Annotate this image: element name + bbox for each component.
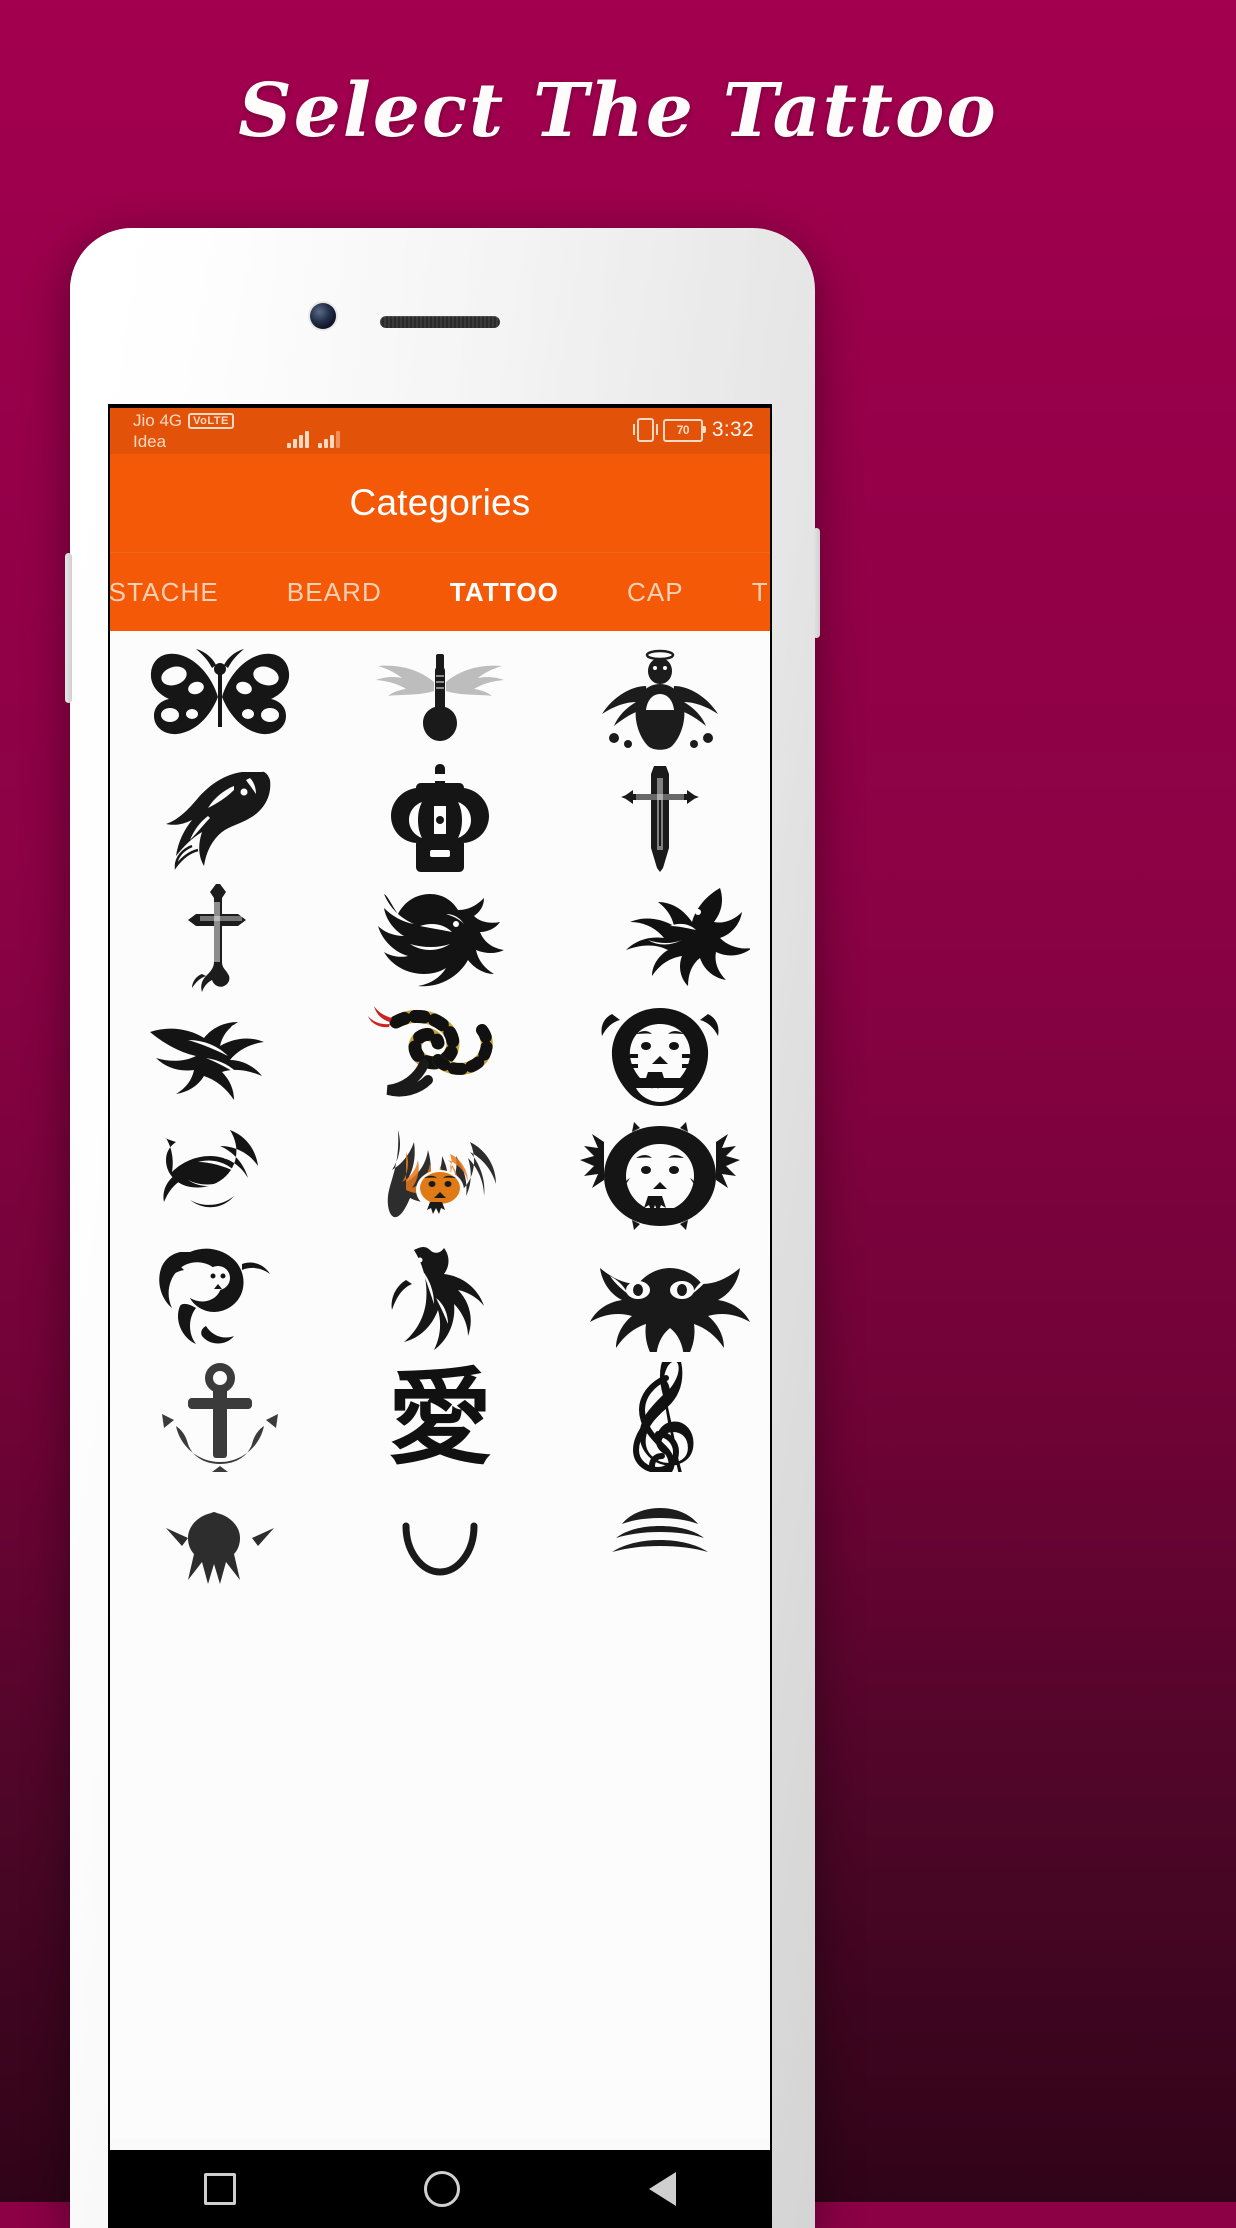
grid-item-anchor-tattoo[interactable]	[110, 1357, 330, 1477]
grid-item-tribal-eagle-tattoo[interactable]	[110, 997, 330, 1117]
grid-item-winged-angel-tattoo[interactable]	[550, 637, 770, 757]
status-bar-right: 70 3:32	[632, 418, 754, 442]
grid-item-winged-guitar-tattoo[interactable]	[330, 637, 550, 757]
signal-bars-icon	[287, 430, 309, 448]
tab-turban[interactable]: TURBAN	[718, 577, 770, 608]
status-bar: Jio 4G VoLTE Idea 70 3:32	[110, 408, 770, 454]
grid-item-butterfly-tattoo[interactable]	[110, 637, 330, 757]
tattoo-grid[interactable]: 愛 𝄞	[110, 631, 770, 2139]
grid-item-howling-wolf-tattoo[interactable]	[330, 1237, 550, 1357]
square-recents-icon[interactable]	[204, 2173, 237, 2205]
grid-item-tribal-dragon-alt-tattoo[interactable]	[550, 877, 770, 997]
grid-item-kanji-love-tattoo[interactable]: 愛	[330, 1357, 550, 1477]
power-button[interactable]	[813, 528, 820, 638]
tab-rail: MUSTACHE BEARD TATTOO CAP TURBAN	[110, 577, 770, 608]
app-bar: Categories	[110, 454, 770, 552]
svg-text:愛: 愛	[388, 1362, 492, 1472]
grid-item-partial-row-center[interactable]	[330, 1477, 550, 1597]
grid-item-ornate-lion-tattoo[interactable]	[110, 1237, 330, 1357]
grid-item-ornate-cross-tattoo[interactable]	[110, 877, 330, 997]
phone-screen: Jio 4G VoLTE Idea 70 3:32 Categories STA…	[108, 404, 772, 2228]
page-title: Categories	[349, 482, 531, 523]
volume-button[interactable]	[65, 553, 72, 703]
earpiece-speaker-icon	[380, 316, 500, 328]
tab-mustache[interactable]: MUSTACHE	[110, 577, 253, 608]
grid-item-partial-row-left[interactable]	[110, 1477, 330, 1597]
tab-beard[interactable]: BEARD	[253, 577, 416, 608]
android-navigation-bar[interactable]	[110, 2150, 770, 2228]
grid-item-tribal-dragon-tattoo[interactable]	[330, 877, 550, 997]
grid-item-crucifix-cross-tattoo[interactable]	[550, 757, 770, 877]
grid-item-partial-row-right[interactable]	[550, 1477, 770, 1597]
carrier-primary: Jio 4G VoLTE	[133, 410, 234, 431]
category-tab-strip[interactable]: MUSTACHE BEARD TATTOO CAP TURBAN	[110, 552, 770, 631]
carrier-secondary-label: Idea	[133, 432, 167, 451]
volte-badge: VoLTE	[188, 413, 234, 429]
grid-item-ornamental-cat-tattoo[interactable]	[550, 1237, 770, 1357]
carrier-primary-label: Jio 4G	[133, 411, 183, 430]
grid-item-flaming-tiger-tattoo[interactable]	[330, 1117, 550, 1237]
phone-mockup: Jio 4G VoLTE Idea 70 3:32 Categories STA…	[65, 228, 820, 2228]
tab-tattoo[interactable]: TATTOO	[416, 577, 593, 608]
grid-item-snake-tattoo[interactable]	[330, 997, 550, 1117]
battery-percent-label: 70	[676, 423, 690, 437]
app-screen: Jio 4G VoLTE Idea 70 3:32 Categories STA…	[110, 408, 770, 2228]
vibrate-icon	[632, 418, 658, 442]
triangle-back-icon[interactable]	[648, 2172, 676, 2206]
grid-item-treble-clef-tattoo[interactable]: 𝄞	[550, 1357, 770, 1477]
grid-item-celtic-cross-tattoo[interactable]	[330, 757, 550, 877]
grid-item-tribal-wolf-tattoo[interactable]	[110, 1117, 330, 1237]
tab-cap[interactable]: CAP	[593, 577, 718, 608]
battery-icon: 70	[662, 418, 706, 442]
grid-item-tiger-face-tattoo[interactable]	[550, 997, 770, 1117]
grid-item-horse-tattoo[interactable]	[110, 757, 330, 877]
promo-title: Select The Tattoo	[238, 68, 998, 154]
signal-bars-icon	[318, 430, 340, 448]
front-camera-icon	[310, 303, 336, 329]
grid-item-lion-head-tattoo[interactable]	[550, 1117, 770, 1237]
clock-label: 3:32	[711, 418, 754, 441]
